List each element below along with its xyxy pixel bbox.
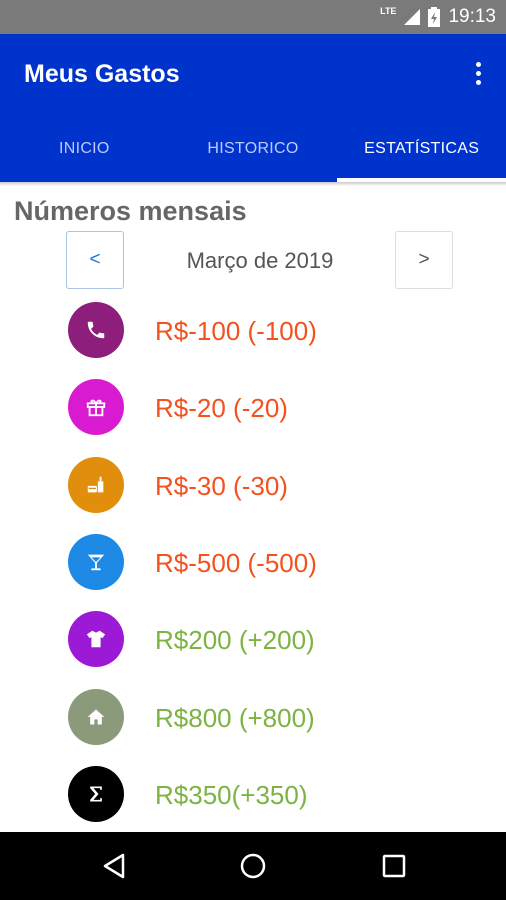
category-circle (68, 457, 124, 513)
category-circle (68, 379, 124, 435)
amount-label: R$-100 (-100) (155, 316, 317, 346)
app-title: Meus Gastos (24, 60, 180, 88)
tab-inicio[interactable]: INICIO (0, 116, 169, 182)
system-nav-bar (0, 832, 506, 900)
app-bar: Meus Gastos (0, 34, 506, 116)
shirt-icon (86, 630, 106, 648)
phone-icon (87, 321, 105, 339)
home-circle-icon[interactable] (237, 850, 269, 882)
more-vert-icon[interactable] (472, 60, 484, 88)
network-type-label: LTE (380, 6, 397, 16)
tab-bar: INICIO HISTORICO ESTATÍSTICAS (0, 116, 506, 182)
list-item: R$-100 (-100) (0, 302, 506, 364)
list-item: R$-20 (-20) (0, 379, 506, 441)
home-icon (87, 709, 105, 725)
category-circle (68, 611, 124, 667)
sigma-icon (90, 786, 102, 802)
cocktail-icon (87, 554, 105, 571)
list-item: R$-30 (-30) (0, 457, 506, 519)
category-circle (68, 534, 124, 590)
amount-label: R$800 (+800) (155, 703, 315, 733)
list-item: R$800 (+800) (0, 689, 506, 751)
month-label: Março de 2019 (186, 248, 334, 273)
category-circle (68, 766, 124, 822)
food-icon (87, 476, 104, 493)
gift-icon (86, 399, 106, 417)
amount-label: R$-500 (-500) (155, 548, 317, 578)
tab-historico[interactable]: HISTORICO (169, 116, 338, 182)
amount-label: R$-30 (-30) (155, 471, 288, 501)
amount-label: R$-20 (-20) (155, 393, 288, 423)
list-item: R$-500 (-500) (0, 534, 506, 596)
status-time: 19:13 (448, 6, 496, 27)
list-item: R$350(+350) (0, 766, 506, 828)
amount-label: R$200 (+200) (155, 625, 315, 655)
status-bar-right: LTE 19:13 (380, 0, 496, 34)
category-circle (68, 302, 124, 358)
category-circle (68, 689, 124, 745)
amount-label: R$350(+350) (155, 780, 308, 810)
status-bar: LTE 19:13 (0, 0, 506, 34)
next-month-button[interactable]: > (395, 231, 453, 289)
section-title: Números mensais (14, 196, 247, 226)
recents-icon[interactable] (378, 850, 410, 882)
tab-estatisticas[interactable]: ESTATÍSTICAS (337, 116, 506, 182)
list-item: R$200 (+200) (0, 611, 506, 673)
battery-charging-icon (428, 7, 441, 27)
tab-bar-shadow (0, 182, 506, 186)
signal-icon (404, 9, 421, 25)
back-icon[interactable] (98, 850, 130, 882)
prev-month-button[interactable]: < (66, 231, 124, 289)
